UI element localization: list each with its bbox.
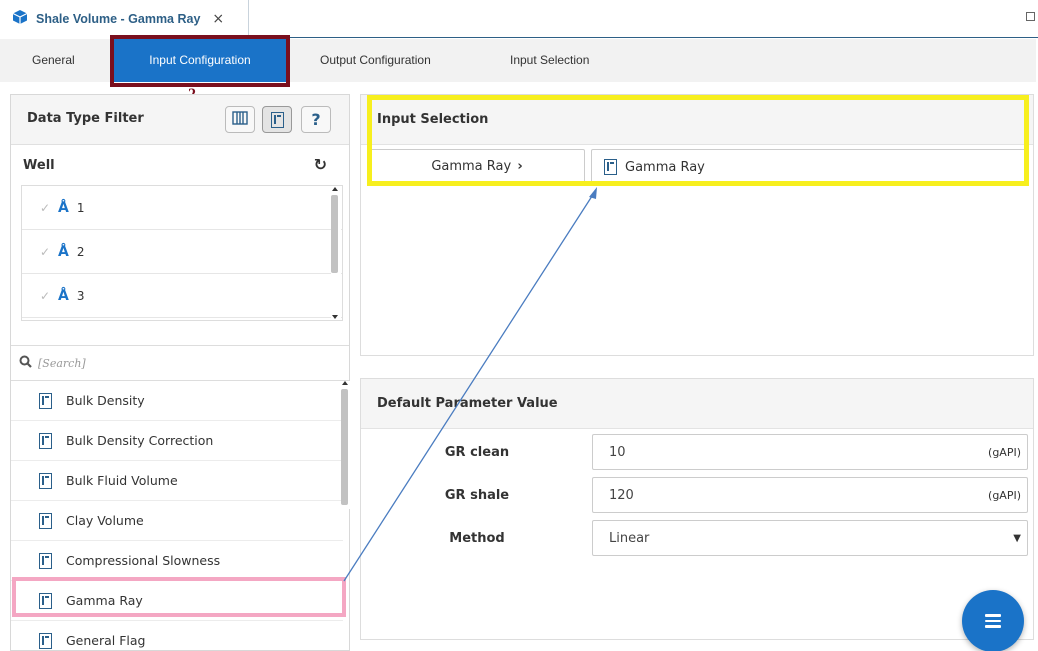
- log-icon: [39, 632, 52, 649]
- data-type-item[interactable]: Compressional Slowness: [11, 541, 343, 581]
- well-item[interactable]: ✓ Å 2: [22, 230, 342, 274]
- tab-highlight-box: [110, 35, 290, 87]
- cube-icon: [12, 9, 28, 29]
- panel-title: Data Type Filter: [27, 111, 144, 126]
- data-type-item[interactable]: General Flag: [11, 621, 343, 651]
- method-label: Method: [449, 531, 505, 546]
- well-name: 2: [76, 244, 85, 259]
- data-type-label: Bulk Density: [66, 393, 145, 408]
- check-icon: ✓: [40, 200, 51, 215]
- well-list[interactable]: ✓ Å 1 ✓ Å 2 ✓ Å 3: [21, 185, 343, 321]
- data-type-item[interactable]: Clay Volume: [11, 501, 343, 541]
- well-rig-icon: Å: [58, 287, 69, 304]
- well-rig-icon: Å: [58, 199, 69, 216]
- gr-clean-value: 10: [609, 444, 626, 460]
- menu-icon-bar: [985, 625, 1001, 628]
- log-icon: [39, 552, 52, 569]
- gr-shale-value: 120: [609, 487, 634, 503]
- data-type-item[interactable]: Bulk Fluid Volume: [11, 461, 343, 501]
- document-tab[interactable]: Shale Volume - Gamma Ray ×: [0, 0, 249, 38]
- menu-icon-bar: [985, 619, 1001, 623]
- dropdown-caret-icon: ▼: [1013, 532, 1021, 544]
- gr-shale-input[interactable]: 120 (gAPI): [592, 477, 1028, 513]
- method-select[interactable]: Linear ▼: [592, 520, 1028, 556]
- log-icon: [39, 392, 52, 409]
- well-label: Well: [23, 158, 55, 173]
- method-value: Linear: [609, 530, 650, 546]
- panel-title: Default Parameter Value: [377, 396, 558, 411]
- check-icon: ✓: [40, 288, 51, 303]
- columns-icon: [232, 110, 248, 129]
- gr-shale-label: GR shale: [444, 488, 510, 503]
- gr-shale-unit: (gAPI): [988, 488, 1021, 502]
- data-type-filter-header: Data Type Filter ?: [11, 95, 349, 145]
- data-type-scrollbar[interactable]: [341, 381, 351, 509]
- refresh-icon[interactable]: ↻: [314, 155, 327, 174]
- well-item[interactable]: ✓ Å 3: [22, 274, 342, 318]
- tab-input-selection[interactable]: Input Selection: [510, 39, 589, 82]
- data-type-item[interactable]: Bulk Density: [11, 381, 343, 421]
- close-tab-button[interactable]: ×: [212, 11, 224, 27]
- scrollbar-thumb[interactable]: [341, 389, 348, 505]
- tab-general[interactable]: General: [32, 39, 75, 82]
- gr-clean-unit: (gAPI): [988, 445, 1021, 459]
- log-icon: [39, 472, 52, 489]
- log-icon: [39, 512, 52, 529]
- default-parameter-panel: Default Parameter Value GR clean 10 (gAP…: [360, 378, 1034, 640]
- scrollbar-thumb[interactable]: [331, 195, 338, 273]
- help-icon: ?: [311, 110, 321, 129]
- data-type-label: Clay Volume: [66, 513, 144, 528]
- menu-fab-button[interactable]: [962, 590, 1024, 651]
- gamma-ray-highlight-box: [12, 577, 346, 617]
- data-type-label: Bulk Density Correction: [66, 433, 214, 448]
- well-list-scrollbar[interactable]: [331, 187, 341, 319]
- maximize-icon[interactable]: [1026, 12, 1035, 21]
- menu-icon-bar: [985, 614, 1001, 617]
- data-type-label: Bulk Fluid Volume: [66, 473, 178, 488]
- title-bar: Shale Volume - Gamma Ray ×: [0, 0, 1038, 38]
- data-type-filter-panel: Data Type Filter ? Well ↻ ✓ Å 1 ✓ Å 2 ✓: [10, 94, 351, 651]
- gr-clean-input[interactable]: 10 (gAPI): [592, 434, 1028, 470]
- document-button[interactable]: [262, 106, 292, 133]
- search-field[interactable]: [Search]: [11, 345, 349, 381]
- gr-clean-label: GR clean: [444, 445, 510, 460]
- scroll-up-icon[interactable]: [332, 187, 338, 191]
- search-icon: [19, 355, 32, 372]
- log-icon: [39, 432, 52, 449]
- columns-button[interactable]: [225, 106, 255, 133]
- check-icon: ✓: [40, 244, 51, 259]
- well-name: 3: [76, 288, 85, 303]
- document-icon: [270, 111, 284, 128]
- scroll-down-icon[interactable]: [332, 315, 338, 319]
- data-type-label: Compressional Slowness: [66, 553, 221, 568]
- scroll-up-icon[interactable]: [342, 381, 348, 385]
- default-parameter-header: Default Parameter Value: [361, 379, 1033, 429]
- data-type-label: General Flag: [66, 633, 146, 648]
- well-item[interactable]: ✓ Å 1: [22, 186, 342, 230]
- data-type-item[interactable]: Bulk Density Correction: [11, 421, 343, 461]
- well-name: 1: [76, 200, 85, 215]
- tab-output-configuration[interactable]: Output Configuration: [320, 39, 431, 82]
- well-rig-icon: Å: [58, 243, 69, 260]
- search-placeholder: [Search]: [38, 356, 86, 370]
- well-row: Well ↻: [11, 145, 349, 185]
- tab-title: Shale Volume - Gamma Ray: [36, 12, 201, 26]
- input-selection-highlight-box: [367, 95, 1029, 186]
- help-button[interactable]: ?: [301, 106, 331, 133]
